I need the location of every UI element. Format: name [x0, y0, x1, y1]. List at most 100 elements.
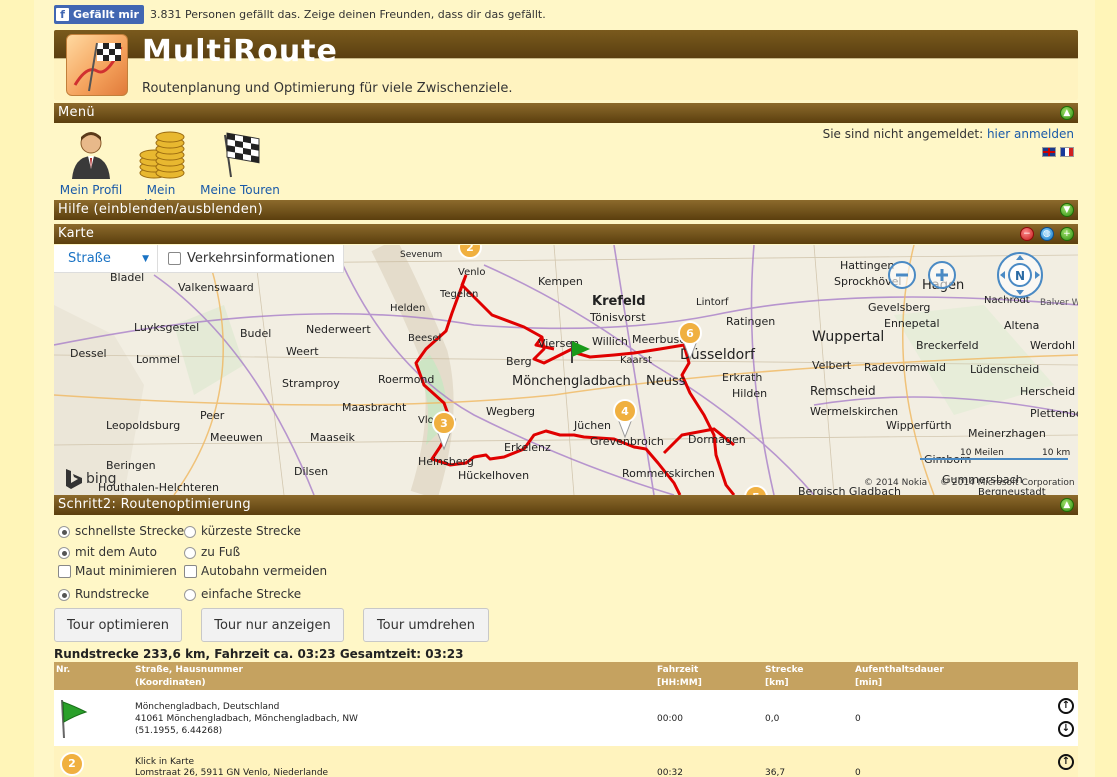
menu-panel: Mein Profil Mein Konto Meine Touren	[54, 123, 1078, 211]
svg-text:bing: bing	[86, 471, 117, 487]
place-label: Gevelsberg	[868, 301, 930, 314]
svg-text:2: 2	[466, 245, 474, 254]
place-label: Rommerskirchen	[622, 467, 715, 480]
radio-round[interactable]	[58, 588, 70, 601]
place-label: Lüdenscheid	[970, 363, 1039, 376]
checkbox-toll[interactable]	[58, 565, 71, 578]
coins-icon	[136, 129, 186, 179]
stops-table-header: Nr. Straße, Hausnummer (Koordinaten) Fahr…	[54, 662, 1078, 690]
globe-icon[interactable]: ◍	[1040, 227, 1054, 241]
option-round[interactable]: Rundstrecke	[58, 587, 149, 601]
place-label: Altena	[1004, 319, 1039, 332]
move-up-icon[interactable]: ↑	[1058, 754, 1074, 770]
show-tour-button[interactable]: Tour nur anzeigen	[201, 608, 344, 642]
place-label: Lommel	[136, 353, 180, 366]
collapse-icon[interactable]: ▲	[1060, 498, 1074, 512]
place-label: Roermond	[378, 373, 434, 386]
place-label: Venlo	[458, 267, 485, 278]
route-marker: 2	[458, 245, 482, 259]
place-label: Neuss	[646, 374, 686, 389]
step2-section-bar[interactable]: Schritt2: Routenoptimierung ▲	[54, 495, 1078, 515]
minus-icon[interactable]: −	[1020, 227, 1034, 241]
expand-icon[interactable]: ▼	[1060, 203, 1074, 217]
move-down-icon[interactable]: ↓	[1058, 721, 1074, 737]
option-shortest[interactable]: kürzeste Strecke	[184, 524, 301, 538]
option-fastest[interactable]: schnellste Strecke	[58, 524, 184, 538]
option-highway-label: Autobahn vermeiden	[201, 564, 328, 578]
radio-shortest[interactable]	[184, 525, 196, 538]
option-fastest-label: schnellste Strecke	[75, 524, 185, 538]
place-label: Tegelen	[439, 289, 478, 300]
place-label: Mönchengladbach	[512, 374, 631, 389]
map-canvas[interactable]: Sevenum Venlo Bladel Valkenswaard Helden…	[54, 245, 1078, 495]
col-time: Fahrzeit [HH:MM]	[657, 664, 702, 690]
option-toll[interactable]: Maut minimieren	[58, 564, 177, 578]
route-summary: Rundstrecke 233,6 km, Fahrzeit ca. 03:23…	[54, 647, 464, 661]
traffic-checkbox[interactable]	[168, 252, 181, 265]
map-style-select[interactable]: Straße ▼	[54, 245, 158, 273]
map-controls: Straße ▼ Verkehrsinformationen	[54, 245, 344, 273]
svg-text:4: 4	[621, 405, 629, 418]
facebook-like-button[interactable]: f Gefällt mir	[54, 4, 144, 24]
radio-foot[interactable]	[184, 546, 196, 559]
svg-text:10 Meilen: 10 Meilen	[960, 448, 1004, 458]
login-link[interactable]: hier anmelden	[987, 127, 1074, 141]
app-subtitle: Routenplanung und Optimierung für viele …	[142, 81, 513, 96]
option-simple-label: einfache Strecke	[201, 587, 302, 601]
menu-item-account[interactable]: Mein Konto	[128, 129, 194, 211]
col-stay-sub: [min]	[855, 678, 883, 688]
option-foot[interactable]: zu Fuß	[184, 545, 240, 559]
move-up-icon[interactable]: ↑	[1058, 698, 1074, 714]
radio-car[interactable]	[58, 546, 70, 559]
map-style-value: Straße	[68, 251, 111, 266]
place-label: Balver Wald	[1040, 298, 1078, 308]
menu-item-tours[interactable]: Meine Touren	[200, 129, 280, 197]
place-label: Weert	[286, 345, 319, 358]
france-flag-icon[interactable]	[1060, 147, 1074, 157]
app-title: MultiRoute	[142, 34, 338, 69]
reverse-tour-button[interactable]: Tour umdrehen	[363, 608, 489, 642]
place-label: Sevenum	[400, 250, 442, 260]
place-label: Lintorf	[696, 297, 729, 308]
place-label: Dilsen	[294, 465, 328, 478]
optimize-tour-button[interactable]: Tour optimieren	[54, 608, 182, 642]
plus-icon[interactable]: +	[1060, 227, 1074, 241]
language-flags	[1042, 147, 1074, 157]
traffic-toggle[interactable]: Verkehrsinformationen	[158, 251, 343, 266]
col-street-sub: (Koordinaten)	[135, 678, 206, 688]
app-header: MultiRoute Routenplanung und Optimierung…	[54, 30, 1078, 100]
login-text: Sie sind nicht angemeldet:	[822, 127, 984, 141]
row-stay: 0	[855, 714, 861, 724]
radio-simple[interactable]	[184, 588, 196, 601]
menu-item-profile[interactable]: Mein Profil	[58, 129, 124, 197]
place-label: Plettenberg	[1030, 407, 1078, 420]
collapse-icon[interactable]: ▲	[1060, 106, 1074, 120]
zoom-in-icon	[928, 261, 956, 289]
option-simple[interactable]: einfache Strecke	[184, 587, 301, 601]
place-label: Maasbracht	[342, 401, 407, 414]
login-status: Sie sind nicht angemeldet: hier anmelden	[823, 127, 1074, 141]
facebook-like-label: Gefällt mir	[73, 7, 139, 21]
table-row: 2 Klick in Karte Lomstraat 26, 5911 GN V…	[54, 746, 1078, 777]
checkbox-highway[interactable]	[184, 565, 197, 578]
place-label: Luyksgestel	[134, 321, 199, 334]
option-toll-label: Maut minimieren	[75, 564, 177, 578]
menu-section-bar[interactable]: Menü ▲	[54, 103, 1078, 123]
app-logo	[66, 34, 128, 96]
col-stay-label: Aufenthaltsdauer	[855, 665, 944, 675]
col-stay: Aufenthaltsdauer [min]	[855, 664, 944, 690]
zoom-out-icon	[888, 261, 916, 289]
col-nr: Nr.	[56, 665, 71, 675]
option-car[interactable]: mit dem Auto	[58, 545, 157, 559]
map-copyright-microsoft: © 2014 Microsoft Corporation	[940, 478, 1075, 488]
map-copyright-nokia: © 2014 Nokia	[864, 478, 927, 488]
option-highway[interactable]: Autobahn vermeiden	[184, 564, 327, 578]
help-section-bar[interactable]: Hilfe (einblenden/ausblenden) ▼	[54, 200, 1078, 220]
place-label: Meinerzhagen	[968, 427, 1046, 440]
uk-flag-icon[interactable]	[1042, 147, 1056, 157]
radio-fastest[interactable]	[58, 525, 70, 538]
menu-item-profile-label: Mein Profil	[59, 183, 123, 197]
place-label: Meeuwen	[210, 431, 263, 444]
option-round-label: Rundstrecke	[75, 587, 150, 601]
traffic-label: Verkehrsinformationen	[187, 251, 335, 266]
